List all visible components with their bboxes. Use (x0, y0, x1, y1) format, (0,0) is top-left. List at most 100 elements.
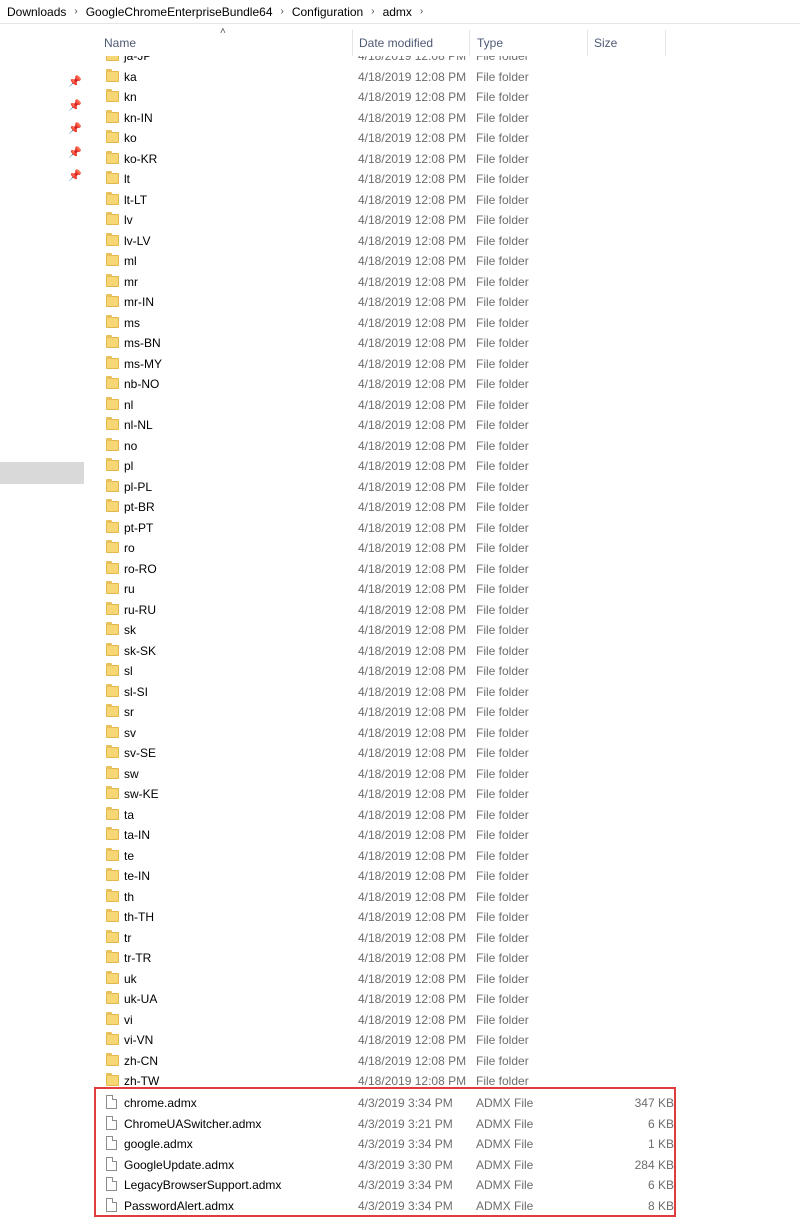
list-item[interactable]: sl 4/18/2019 12:08 PM File folder (100, 661, 680, 681)
folder-icon (106, 745, 119, 758)
list-item[interactable]: ms-BN 4/18/2019 12:08 PM File folder (100, 333, 680, 353)
file-icon (106, 1136, 117, 1150)
column-size[interactable]: Size (594, 36, 617, 50)
list-item[interactable]: ChromeUASwitcher.admx 4/3/2019 3:21 PM ADM… (100, 1114, 680, 1134)
list-item[interactable]: lv-LV 4/18/2019 12:08 PM File folder (100, 231, 680, 251)
list-item[interactable]: kn 4/18/2019 12:08 PM File folder (100, 87, 680, 107)
list-item[interactable]: tr-TR 4/18/2019 12:08 PM File folder (100, 948, 680, 968)
list-item[interactable]: te 4/18/2019 12:08 PM File folder (100, 846, 680, 866)
list-item[interactable]: kn-IN 4/18/2019 12:08 PM File folder (100, 108, 680, 128)
column-date-modified[interactable]: Date modified (359, 36, 433, 50)
list-item[interactable]: no 4/18/2019 12:08 PM File folder (100, 436, 680, 456)
folder-icon (106, 765, 119, 779)
list-item[interactable]: ml 4/18/2019 12:08 PM File folder (100, 251, 680, 271)
list-item[interactable]: ta-IN 4/18/2019 12:08 PM File folder (100, 825, 680, 845)
list-item[interactable]: nl-NL 4/18/2019 12:08 PM File folder (100, 415, 680, 435)
cell-type: File folder (476, 397, 529, 412)
list-item[interactable]: ms 4/18/2019 12:08 PM File folder (100, 313, 680, 333)
cell-type: File folder (476, 992, 529, 1006)
breadcrumb-item[interactable]: admx (380, 5, 415, 19)
column-divider[interactable] (665, 30, 666, 56)
list-item[interactable]: pl 4/18/2019 12:08 PM File folder (100, 456, 680, 476)
column-type[interactable]: Type (477, 36, 503, 50)
list-item[interactable]: sk 4/18/2019 12:08 PM File folder (100, 620, 680, 640)
list-item[interactable]: sv 4/18/2019 12:08 PM File folder (100, 723, 680, 743)
list-item[interactable]: lt 4/18/2019 12:08 PM File folder (100, 169, 680, 189)
list-item[interactable]: zh-CN 4/18/2019 12:08 PM File folder (100, 1051, 680, 1071)
column-divider[interactable] (352, 30, 353, 56)
cell-date: 4/3/2019 3:30 PM (358, 1157, 453, 1172)
list-item[interactable]: PasswordAlert.admx 4/3/2019 3:34 PM ADMX F… (100, 1196, 680, 1216)
chevron-right-icon[interactable]: › (276, 6, 289, 17)
list-item[interactable]: ta 4/18/2019 12:08 PM File folder (100, 805, 680, 825)
cell-date: 4/18/2019 12:08 PM (358, 889, 467, 904)
cell-type: File folder (476, 746, 529, 760)
list-item[interactable]: sv-SE 4/18/2019 12:08 PM File folder (100, 743, 680, 763)
pin-icon[interactable]: 📌 (68, 76, 82, 88)
list-item[interactable]: th-TH 4/18/2019 12:08 PM File folder (100, 907, 680, 927)
pin-icon[interactable]: 📌 (68, 147, 82, 159)
cell-name: ru-RU (124, 602, 156, 617)
list-item[interactable]: ru 4/18/2019 12:08 PM File folder (100, 579, 680, 599)
folder-icon (106, 909, 119, 922)
pin-icon[interactable]: 📌 (68, 170, 82, 182)
list-item[interactable]: pt-PT 4/18/2019 12:08 PM File folder (100, 518, 680, 538)
list-item[interactable]: sr 4/18/2019 12:08 PM File folder (100, 702, 680, 722)
cell-type: File folder (476, 315, 529, 330)
list-item[interactable]: ja-JP 4/18/2019 12:08 PM File folder (100, 56, 680, 66)
list-item[interactable]: chrome.admx 4/3/2019 3:34 PM ADMX File 347 … (100, 1093, 680, 1113)
list-item[interactable]: mr-IN 4/18/2019 12:08 PM File folder (100, 292, 680, 312)
chevron-right-icon[interactable]: › (366, 6, 379, 17)
nav-selected-item[interactable] (0, 462, 84, 484)
list-item[interactable]: nb-NO 4/18/2019 12:08 PM File folder (100, 374, 680, 394)
list-item[interactable]: ko 4/18/2019 12:08 PM File folder (100, 128, 680, 148)
list-item[interactable]: ka 4/18/2019 12:08 PM File folder (100, 67, 680, 87)
pin-icon[interactable]: 📌 (68, 100, 82, 112)
folder-icon (106, 191, 119, 205)
cell-date: 4/18/2019 12:08 PM (358, 69, 467, 84)
chevron-right-icon[interactable]: › (415, 6, 428, 17)
cell-type: File folder (476, 131, 529, 145)
column-divider[interactable] (469, 30, 470, 56)
list-item[interactable]: google.admx 4/3/2019 3:34 PM ADMX File 1 KB (100, 1134, 680, 1154)
cell-type: File folder (476, 602, 529, 617)
list-item[interactable]: vi 4/18/2019 12:08 PM File folder (100, 1010, 680, 1030)
list-item[interactable]: uk-UA 4/18/2019 12:08 PM File folder (100, 989, 680, 1009)
list-item[interactable]: zh-TW 4/18/2019 12:08 PM File folder (100, 1071, 680, 1091)
cell-name: ka (124, 69, 137, 84)
list-item[interactable]: lv 4/18/2019 12:08 PM File folder (100, 210, 680, 230)
breadcrumb-item[interactable]: Configuration (289, 5, 366, 19)
breadcrumb-item[interactable]: GoogleChromeEnterpriseBundle64 (83, 5, 276, 19)
list-item[interactable]: pt-BR 4/18/2019 12:08 PM File folder (100, 497, 680, 517)
folder-icon (106, 212, 119, 225)
list-item[interactable]: ru-RU 4/18/2019 12:08 PM File folder (100, 600, 680, 620)
list-item[interactable]: pl-PL 4/18/2019 12:08 PM File folder (100, 477, 680, 497)
cell-name: zh-TW (124, 1074, 160, 1088)
list-item[interactable]: ro-RO 4/18/2019 12:08 PM File folder (100, 559, 680, 579)
list-item[interactable]: uk 4/18/2019 12:08 PM File folder (100, 969, 680, 989)
cell-type: File folder (476, 664, 529, 678)
list-item[interactable]: lt-LT 4/18/2019 12:08 PM File folder (100, 190, 680, 210)
column-divider[interactable] (587, 30, 588, 56)
list-item[interactable]: sw-KE 4/18/2019 12:08 PM File folder (100, 784, 680, 804)
list-item[interactable]: ms-MY 4/18/2019 12:08 PM File folder (100, 354, 680, 374)
list-item[interactable]: sw 4/18/2019 12:08 PM File folder (100, 764, 680, 784)
chevron-right-icon[interactable]: › (69, 6, 82, 17)
list-item[interactable]: vi-VN 4/18/2019 12:08 PM File folder (100, 1030, 680, 1050)
list-item[interactable]: LegacyBrowserSupport.admx 4/3/2019 3:34 P… (100, 1175, 680, 1195)
breadcrumb-item[interactable]: Downloads (4, 5, 69, 19)
column-name[interactable]: Name (104, 36, 136, 50)
list-item[interactable]: GoogleUpdate.admx 4/3/2019 3:30 PM ADMX Fi… (100, 1155, 680, 1175)
list-item[interactable]: nl 4/18/2019 12:08 PM File folder (100, 395, 680, 415)
list-item[interactable]: th 4/18/2019 12:08 PM File folder (100, 887, 680, 907)
folder-icon (106, 991, 119, 1004)
list-item[interactable]: ro 4/18/2019 12:08 PM File folder (100, 538, 680, 558)
list-item[interactable]: ko-KR 4/18/2019 12:08 PM File folder (100, 149, 680, 169)
folder-icon (106, 601, 119, 615)
list-item[interactable]: te-IN 4/18/2019 12:08 PM File folder (100, 866, 680, 886)
pin-icon[interactable]: 📌 (68, 123, 82, 135)
list-item[interactable]: tr 4/18/2019 12:08 PM File folder (100, 928, 680, 948)
list-item[interactable]: mr 4/18/2019 12:08 PM File folder (100, 272, 680, 292)
list-item[interactable]: sk-SK 4/18/2019 12:08 PM File folder (100, 641, 680, 661)
list-item[interactable]: sl-SI 4/18/2019 12:08 PM File folder (100, 682, 680, 702)
